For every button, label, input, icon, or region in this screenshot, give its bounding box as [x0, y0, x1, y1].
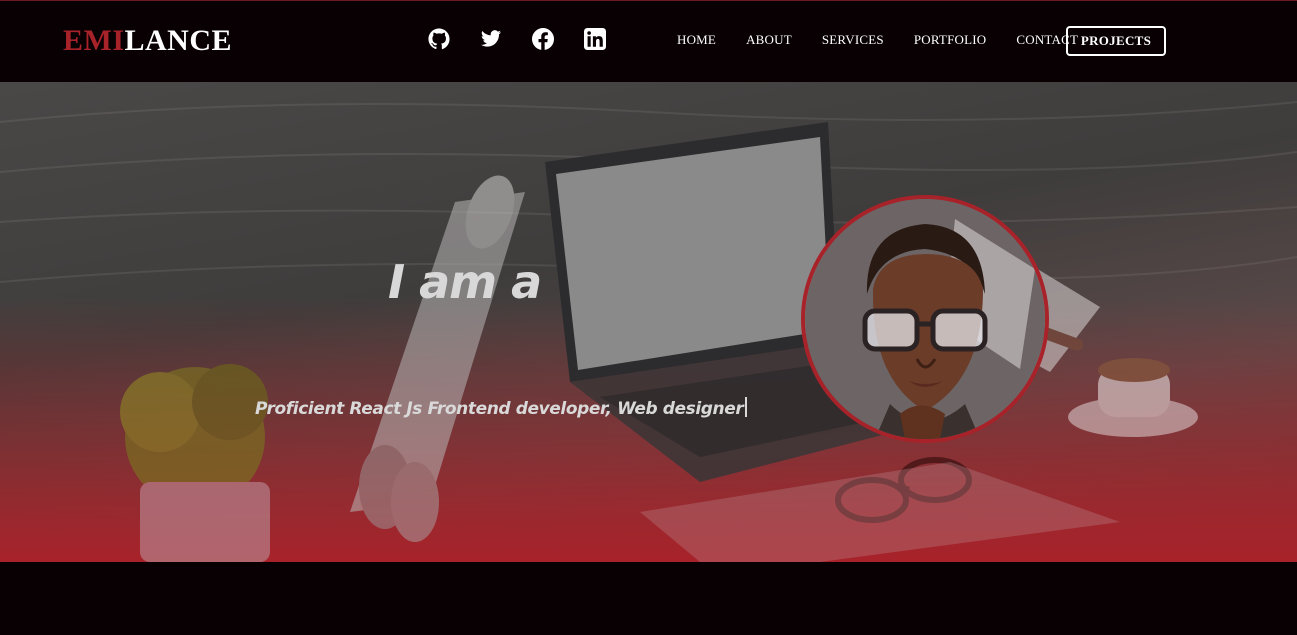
nav-about[interactable]: ABOUT — [746, 32, 792, 48]
facebook-icon[interactable] — [532, 28, 554, 50]
nav-services[interactable]: SERVICES — [822, 32, 884, 48]
hero-subline-text: Proficient React Js Frontend developer, … — [255, 399, 744, 419]
hero-headline: I am a — [388, 255, 542, 309]
brand-logo[interactable]: EMILANCE — [63, 23, 232, 59]
main-menu: HOME ABOUT SERVICES PORTFOLIO CONTACT — [677, 32, 1108, 48]
profile-avatar — [801, 195, 1049, 443]
hero-subline: Proficient React Js Frontend developer, … — [255, 397, 748, 420]
nav-portfolio[interactable]: PORTFOLIO — [914, 32, 987, 48]
nav-home[interactable]: HOME — [677, 32, 716, 48]
navbar: EMILANCE HOME ABOUT SERVICES PORTFOLIO C… — [0, 0, 1297, 82]
twitter-icon[interactable] — [480, 28, 502, 50]
github-icon[interactable] — [428, 28, 450, 50]
social-links — [428, 28, 606, 50]
projects-button[interactable]: PROJECTS — [1066, 26, 1166, 56]
profile-avatar-illustration — [805, 199, 1045, 439]
page-bottom-band — [0, 562, 1297, 635]
brand-logo-accent: EMI — [63, 24, 125, 57]
typing-caret — [745, 397, 748, 417]
brand-logo-main: LANCE — [124, 24, 233, 57]
hero-background-illustration — [0, 101, 1297, 562]
linkedin-icon[interactable] — [584, 28, 606, 50]
hero-section: I am a Proficient React Js Frontend deve… — [0, 82, 1297, 562]
